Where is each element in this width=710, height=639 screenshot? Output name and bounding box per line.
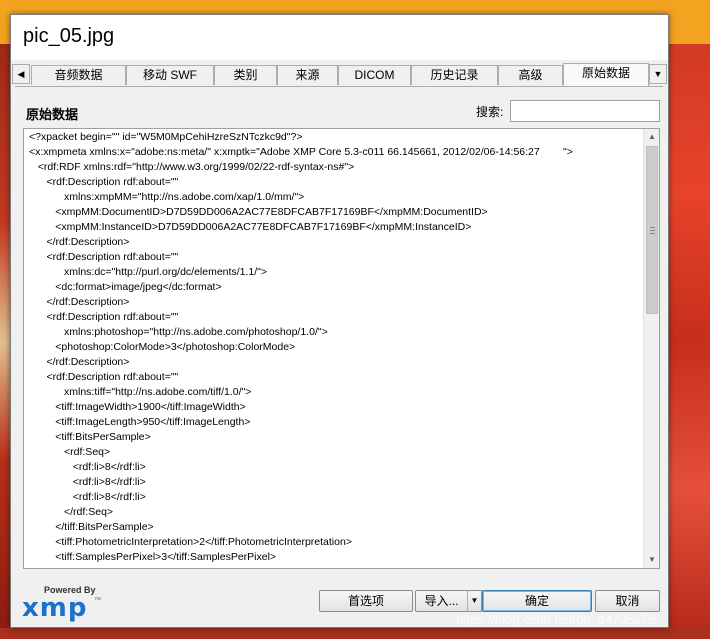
xml-line: <x:xmpmeta xmlns:x="adobe:ns:meta/" x:xm… (29, 146, 573, 158)
tab-strip: ◀ 音频数据 移动 SWF 类别 来源 DICOM 历史记录 高级 原始数据 ▼ (11, 63, 668, 86)
scroll-down-button[interactable]: ▼ (644, 552, 659, 568)
tab-advanced[interactable]: 高级 (498, 65, 563, 85)
xmp-logo: Powered By xmp ™ (22, 585, 102, 623)
import-button[interactable]: 导入... (415, 590, 468, 612)
tab-origin[interactable]: 来源 (277, 65, 338, 85)
xml-line: <rdf:Seq> (29, 446, 111, 458)
tab-dicom[interactable]: DICOM (338, 65, 411, 85)
search-input[interactable] (510, 100, 660, 122)
xml-line: <rdf:li>8</rdf:li> (29, 491, 146, 503)
xml-line: <tiff:ImageWidth>1900</tiff:ImageWidth> (29, 401, 246, 413)
tab-history[interactable]: 历史记录 (411, 65, 498, 85)
xml-lines: <?xpacket begin="" id="W5M0MpCehiHzreSzN… (29, 130, 639, 565)
xml-line: </rdf:Description> (29, 356, 130, 368)
xml-line: </rdf:Description> (29, 296, 130, 308)
xml-line: <rdf:li>8</rdf:li> (29, 476, 146, 488)
scroll-thumb-grip (650, 233, 655, 234)
xml-line: xmlns:photoshop="http://ns.adobe.com/pho… (29, 326, 328, 338)
xml-line: xmlns:dc="http://purl.org/dc/elements/1.… (29, 266, 267, 278)
xml-line: <tiff:BitsPerSample> (29, 431, 151, 443)
tab-scroll-left-button[interactable]: ◀ (12, 64, 30, 84)
preferences-button[interactable]: 首选项 (319, 590, 413, 612)
xml-line: <rdf:RDF xmlns:rdf="http://www.w3.org/19… (29, 161, 355, 173)
tab-categories[interactable]: 类别 (214, 65, 277, 85)
section-title: 原始数据 (26, 107, 79, 122)
xml-line: <rdf:Description rdf:about="" (29, 371, 179, 383)
search-label: 搜索: (476, 105, 504, 119)
xml-line: <xmpMM:InstanceID>D7D59DD006A2AC77E8DFCA… (29, 221, 472, 233)
title-bar[interactable]: pic_05.jpg (11, 15, 668, 60)
cancel-button[interactable]: 取消 (595, 590, 660, 612)
tab-audio-data[interactable]: 音频数据 (31, 65, 126, 85)
xml-line: xmlns:tiff="http://ns.adobe.com/tiff/1.0… (29, 386, 252, 398)
xml-line: <rdf:Description rdf:about="" (29, 176, 179, 188)
scroll-thumb-grip (650, 230, 655, 231)
scroll-thumb[interactable] (646, 146, 658, 314)
logo-tm-mark: ™ (94, 597, 101, 604)
xml-line: <rdf:Description rdf:about="" (29, 311, 179, 323)
ok-button[interactable]: 确定 (482, 590, 592, 612)
xml-line: <tiff:ImageLength>950</tiff:ImageLength> (29, 416, 251, 428)
xml-line: <xmpMM:DocumentID>D7D59DD006A2AC77E8DFCA… (29, 206, 488, 218)
window-title: pic_05.jpg (23, 25, 115, 47)
xml-line: </rdf:Seq> (29, 506, 114, 518)
import-dropdown-arrow-button[interactable]: ▼ (467, 590, 482, 612)
background-bottom-strip (0, 628, 710, 639)
tab-raw-data[interactable]: 原始数据 (563, 63, 649, 86)
background-right-strip (668, 44, 710, 639)
xml-line: </rdf:Description> (29, 236, 130, 248)
xml-line: <tiff:PhotometricInterpretation>2</tiff:… (29, 536, 352, 548)
xml-line: <rdf:Description rdf:about="" (29, 251, 179, 263)
tab-overflow-menu-button[interactable]: ▼ (649, 64, 667, 84)
xml-line: <photoshop:ColorMode>3</photoshop:ColorM… (29, 341, 296, 353)
xml-line: <?xpacket begin="" id="W5M0MpCehiHzreSzN… (29, 131, 303, 143)
tab-mobile-swf[interactable]: 移动 SWF (126, 65, 214, 85)
xml-line: <tiff:SamplesPerPixel>3</tiff:SamplesPer… (29, 551, 277, 563)
xml-line: <rdf:li>8</rdf:li> (29, 461, 146, 473)
xml-line: <dc:format>image/jpeg</dc:format> (29, 281, 222, 293)
xml-line: xmlns:xmpMM="http://ns.adobe.com/xap/1.0… (29, 191, 305, 203)
file-info-dialog: pic_05.jpg ◀ 音频数据 移动 SWF 类别 来源 DICOM 历史记… (10, 14, 669, 628)
scroll-up-button[interactable]: ▲ (644, 129, 659, 145)
raw-data-panel: 原始数据 搜索: <?xpacket begin="" id="W5M0MpCe… (15, 86, 663, 623)
watermark-url: https://blog.csdn.net/qq_44735275 (456, 612, 656, 627)
logo-brand-text: xmp (22, 593, 88, 623)
vertical-scrollbar[interactable]: ▲ ▼ (643, 129, 659, 568)
scroll-thumb-grip (650, 227, 655, 228)
xml-line: </tiff:BitsPerSample> (29, 521, 154, 533)
raw-xml-textarea[interactable]: <?xpacket begin="" id="W5M0MpCehiHzreSzN… (23, 128, 660, 569)
